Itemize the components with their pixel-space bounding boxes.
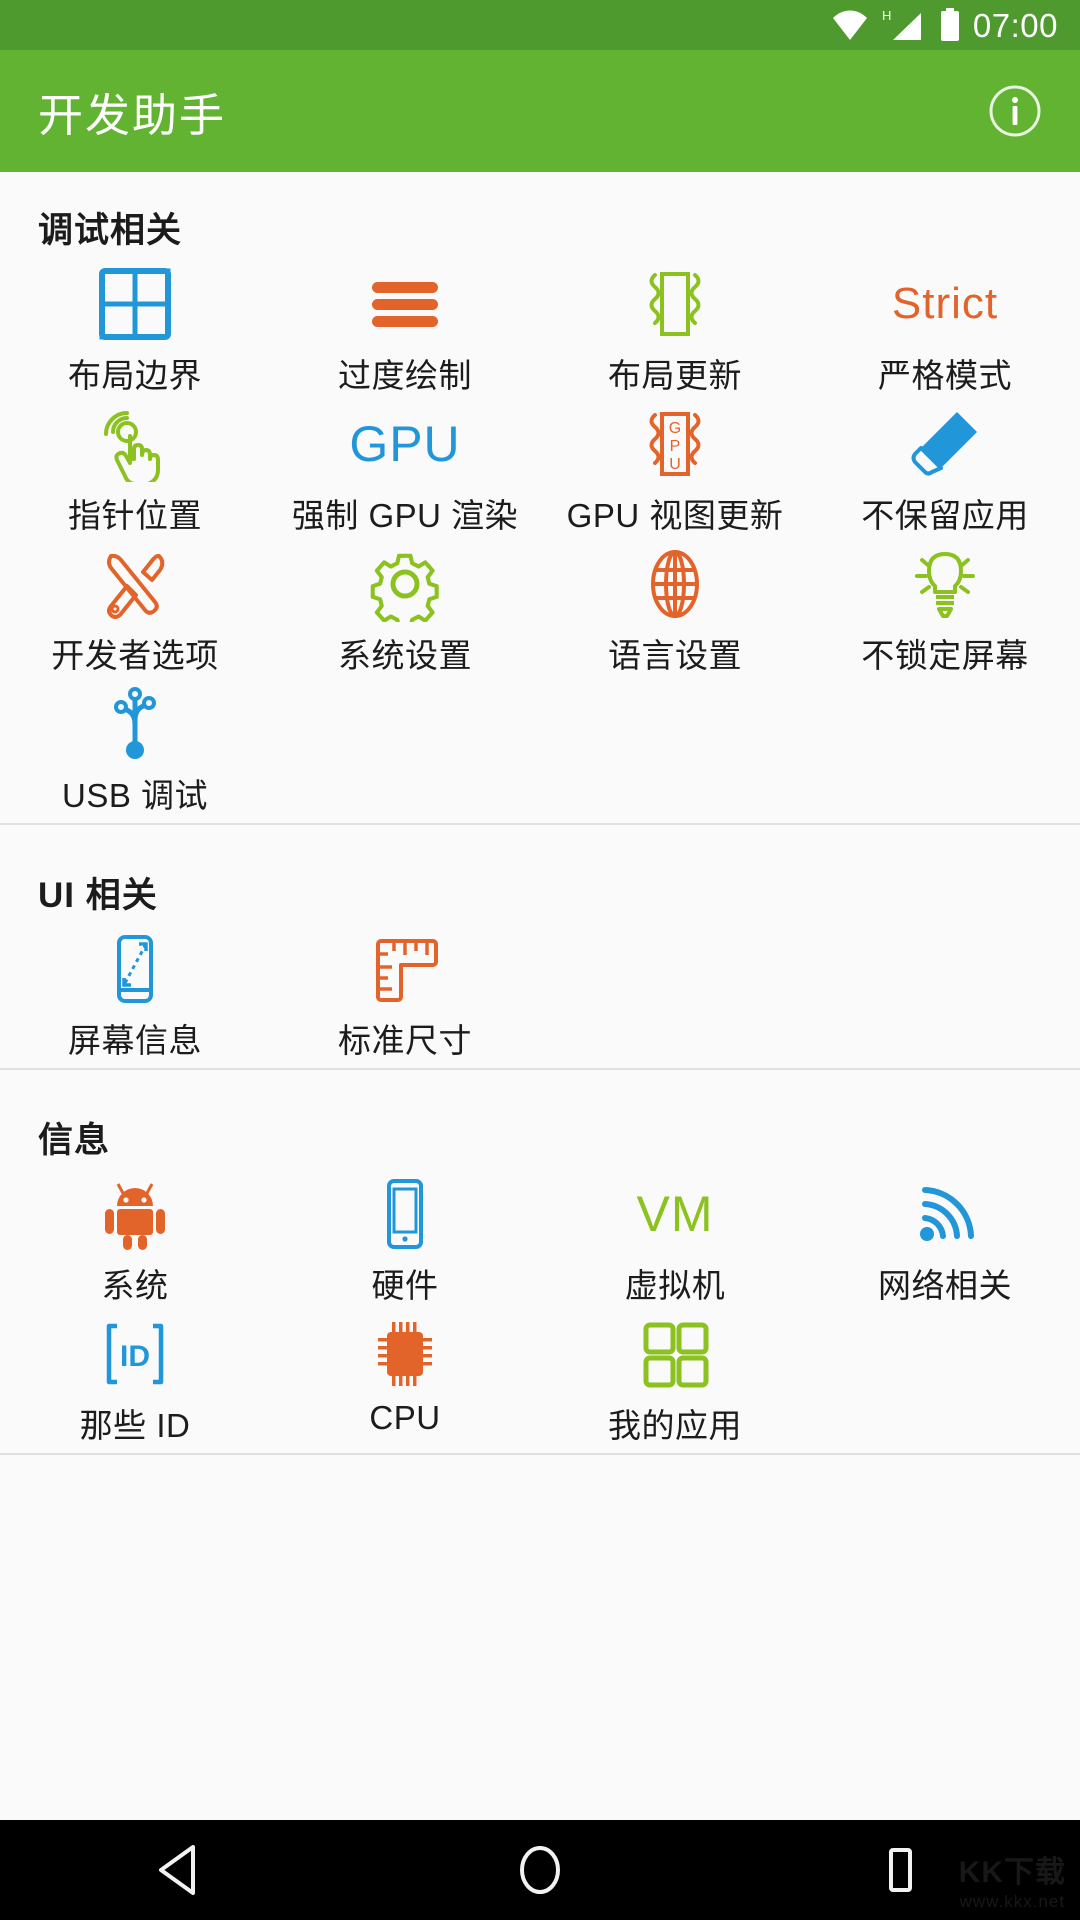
item-system-settings[interactable]: 系统设置 [270,537,540,677]
vm-glyph: VM [636,1186,714,1242]
item-label: 不保留应用 [861,497,1029,534]
grid-debug: 布局边界 过度绘制 布局更新 Strict 严格模式 指针位置 GPU 强制 G… [0,257,1080,817]
svg-text:H: H [882,8,891,23]
gpu-view-update-icon: G P U [540,405,810,483]
item-label: 网络相关 [878,1267,1012,1304]
apps-grid-icon [540,1315,810,1393]
item-label: CPU [369,1399,441,1436]
item-label: USB 调试 [61,777,209,814]
item-label: 布局更新 [608,357,742,394]
gear-icon [270,545,540,623]
svg-text:U: U [669,456,681,473]
svg-text:ID: ID [120,1340,150,1373]
item-label: 虚拟机 [624,1267,726,1304]
item-label: 我的应用 [608,1407,742,1444]
item-label: 开发者选项 [51,637,219,674]
item-label: 指针位置 [68,497,202,534]
phone-icon [270,1175,540,1253]
ruler-icon [270,930,540,1008]
item-layout-bounds[interactable]: 布局边界 [0,257,270,397]
page-title: 开发助手 [38,89,227,141]
section-title-ui: UI 相关 [38,876,158,915]
item-virtual-machine[interactable]: VM 虚拟机 [540,1167,810,1307]
item-label: 屏幕信息 [68,1022,202,1059]
item-label: 那些 ID [79,1407,191,1444]
item-label: 严格模式 [878,357,1012,394]
item-strict-mode[interactable]: Strict 严格模式 [810,257,1080,397]
item-label: 布局边界 [68,357,202,394]
eraser-icon [810,405,1080,483]
item-standard-size[interactable]: 标准尺寸 [270,922,540,1062]
usb-icon [0,685,270,763]
item-screen-info[interactable]: 屏幕信息 [0,922,270,1062]
item-pointer-location[interactable]: 指针位置 [0,397,270,537]
item-network[interactable]: 网络相关 [810,1167,1080,1307]
globe-icon [540,545,810,623]
item-ids[interactable]: ID 那些 ID [0,1307,270,1447]
lightbulb-icon [810,545,1080,623]
item-label: 不锁定屏幕 [861,637,1029,674]
app-bar: 开发助手 [0,50,1080,172]
item-dont-keep-activities[interactable]: 不保留应用 [810,397,1080,537]
section-title-info: 信息 [38,1121,111,1160]
item-system[interactable]: 系统 [0,1167,270,1307]
wifi-icon [831,9,869,41]
grid-info: 系统 硬件 VM 虚拟机 网络相关 ID 那些 ID CPU 我的应用 [0,1167,1080,1447]
section-divider [0,1068,1080,1070]
item-overdraw[interactable]: 过度绘制 [270,257,540,397]
grid-ui: 屏幕信息 标准尺寸 [0,922,1080,1062]
strict-mode-icon: Strict [810,265,1080,343]
id-card-icon: ID [0,1315,270,1393]
screen-info-icon [0,930,270,1008]
svg-text:G: G [669,420,681,437]
section-debug: 调试相关 布局边界 过度绘制 布局更新 Strict 严格模式 指针位置 GPU… [0,172,1080,837]
tools-icon [0,545,270,623]
item-layout-update[interactable]: 布局更新 [540,257,810,397]
section-info: 信息 系统 硬件 VM 虚拟机 网络相关 ID 那些 ID CPU 我的应用 [0,1082,1080,1467]
info-icon[interactable] [984,80,1046,142]
section-title-debug: 调试相关 [38,211,183,250]
home-circle-icon[interactable] [460,1820,620,1920]
item-usb-debug[interactable]: USB 调试 [0,677,270,817]
item-label: 语言设置 [608,637,742,674]
item-label: GPU 视图更新 [566,497,784,534]
vm-icon: VM [540,1175,810,1253]
gpu-glyph: GPU [349,416,461,472]
item-label: 强制 GPU 渲染 [291,497,519,534]
item-label: 过度绘制 [338,357,472,394]
item-developer-options[interactable]: 开发者选项 [0,537,270,677]
item-hardware[interactable]: 硬件 [270,1167,540,1307]
section-divider [0,1453,1080,1455]
main-content: 调试相关 布局边界 过度绘制 布局更新 Strict 严格模式 指针位置 GPU… [0,172,1080,1820]
item-language-settings[interactable]: 语言设置 [540,537,810,677]
item-label: 系统设置 [338,637,472,674]
gpu-render-icon: GPU [270,405,540,483]
item-gpu-view-update[interactable]: G P U GPU 视图更新 [540,397,810,537]
section-ui: UI 相关 屏幕信息 标准尺寸 [0,837,1080,1082]
back-triangle-icon[interactable] [100,1820,260,1920]
signal-h-icon: H [881,8,927,42]
recents-square-icon[interactable] [820,1820,980,1920]
layout-update-icon [540,265,810,343]
pointer-location-icon [0,405,270,483]
section-divider [0,823,1080,825]
android-robot-icon [0,1175,270,1253]
cpu-chip-icon [270,1315,540,1393]
status-bar-clock: 07:00 [972,6,1058,44]
item-keep-screen-on[interactable]: 不锁定屏幕 [810,537,1080,677]
status-bar: H 07:00 [0,0,1080,50]
overdraw-lines-icon [270,265,540,343]
wifi-signal-icon [810,1175,1080,1253]
navigation-bar: KK下载 www.kkx.net [0,1820,1080,1920]
item-cpu[interactable]: CPU [270,1307,540,1447]
item-label: 标准尺寸 [338,1022,472,1059]
item-my-apps[interactable]: 我的应用 [540,1307,810,1447]
item-label: 系统 [101,1267,169,1304]
svg-text:P: P [670,438,681,455]
item-force-gpu-render[interactable]: GPU 强制 GPU 渲染 [270,397,540,537]
layout-bounds-icon [0,265,270,343]
battery-icon [939,8,961,42]
item-label: 硬件 [371,1267,439,1304]
strict-glyph: Strict [891,279,999,328]
